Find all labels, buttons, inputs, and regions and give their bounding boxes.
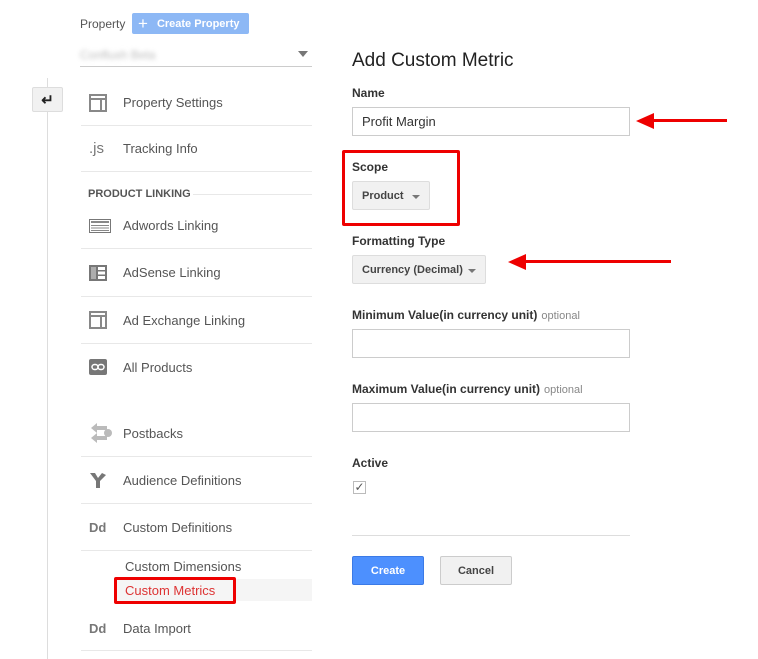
sidebar-item-label: Data Import [123, 620, 191, 636]
annotation-box-custom-metrics [114, 577, 236, 604]
dd-icon: Dd [89, 620, 107, 636]
cancel-button[interactable]: Cancel [440, 556, 512, 585]
section-header-product-linking: PRODUCT LINKING [88, 188, 191, 200]
chevron-down-icon [468, 269, 476, 273]
property-name-blurred: Confluxh Beta [80, 48, 156, 62]
postbacks-icon [81, 422, 119, 444]
name-input[interactable]: Profit Margin [352, 107, 630, 136]
sidebar-item-adwords-linking[interactable]: Adwords Linking [81, 203, 312, 249]
sidebar-item-label: Custom Definitions [123, 519, 233, 535]
sidebar-item-label: Property Settings [123, 95, 223, 110]
max-value-label-text: Maximum Value(in currency unit) [352, 382, 541, 396]
name-label: Name [352, 86, 385, 100]
formatting-type-value: Currency (Decimal) [362, 263, 463, 276]
page-title: Add Custom Metric [352, 50, 514, 71]
property-settings-icon [81, 93, 119, 112]
create-button[interactable]: Create [352, 556, 424, 585]
sidebar-item-adsense-linking[interactable]: AdSense Linking [81, 249, 312, 297]
sidebar-item-label: All Products [123, 359, 193, 375]
section-divider [193, 194, 312, 195]
formatting-type-label: Formatting Type [352, 234, 446, 248]
min-value-label: Minimum Value(in currency unit) optional [352, 308, 580, 322]
sidebar-item-postbacks[interactable]: Postbacks [81, 410, 312, 457]
create-property-label: Create Property [156, 17, 240, 30]
sidebar-item-label: Postbacks [123, 425, 183, 441]
sidebar-vertical-line [47, 78, 48, 659]
property-label: Property [80, 17, 126, 31]
create-property-button[interactable]: + Create Property [132, 13, 249, 34]
sidebar-item-all-products[interactable]: All Products [81, 344, 312, 390]
annotation-arrow-name [652, 119, 727, 122]
sidebar-item-custom-definitions[interactable]: Dd Custom Definitions [81, 504, 312, 551]
sidebar-item-label: AdSense Linking [123, 265, 221, 280]
adwords-icon [81, 218, 119, 233]
sidebar-item-data-import[interactable]: Dd Data Import [81, 606, 312, 651]
annotation-box-scope [342, 150, 460, 226]
sidebar-item-label: Adwords Linking [123, 218, 219, 233]
active-label: Active [352, 456, 389, 470]
back-arrow-icon: ↵ [41, 91, 54, 109]
ad-exchange-icon [81, 311, 119, 329]
active-checkbox[interactable]: ✓ [353, 481, 366, 494]
sidebar-item-label: Ad Exchange Linking [123, 312, 246, 328]
form-divider [352, 535, 630, 536]
link-icon [81, 359, 119, 375]
formatting-type-dropdown[interactable]: Currency (Decimal) [352, 255, 486, 284]
plus-icon: + [138, 14, 148, 33]
sidebar-item-ad-exchange-linking[interactable]: Ad Exchange Linking [81, 297, 312, 344]
optional-tag: optional [541, 310, 580, 322]
sidebar-item-label: Audience Definitions [123, 472, 242, 488]
back-button[interactable]: ↵ [32, 87, 63, 112]
js-icon: .js [89, 140, 104, 157]
sidebar-subitem-custom-dimensions[interactable]: Custom Dimensions [125, 559, 241, 574]
property-select[interactable]: Confluxh Beta [80, 44, 312, 67]
min-value-input[interactable] [352, 329, 630, 358]
max-value-label: Maximum Value(in currency unit) optional [352, 382, 583, 396]
sidebar-item-property-settings[interactable]: Property Settings [81, 80, 312, 126]
sidebar-item-audience-definitions[interactable]: Audience Definitions [81, 457, 312, 504]
sidebar-item-label: Tracking Info [123, 141, 198, 156]
sidebar-item-tracking-info[interactable]: .js Tracking Info [81, 126, 312, 172]
annotation-arrow-formatting [524, 260, 671, 263]
min-value-label-text: Minimum Value(in currency unit) [352, 308, 538, 322]
audience-icon [81, 471, 119, 489]
optional-tag: optional [544, 384, 583, 396]
max-value-input[interactable] [352, 403, 630, 432]
chevron-down-icon [298, 51, 308, 57]
adsense-icon [81, 264, 119, 281]
dd-icon: Dd [89, 519, 107, 535]
